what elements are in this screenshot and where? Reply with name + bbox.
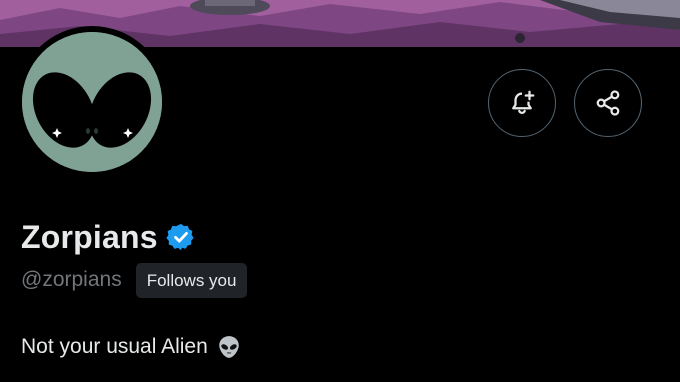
notify-button[interactable] — [488, 69, 556, 137]
bio-text: Not your usual Alien — [21, 335, 208, 358]
profile-bio: Not your usual Alien — [21, 332, 242, 362]
verified-badge-icon[interactable] — [166, 222, 196, 252]
profile-handle-row: @zorpians Follows you — [21, 262, 248, 298]
bell-plus-icon — [512, 90, 535, 115]
alien-icon — [219, 336, 239, 358]
follows-you-badge: Follows you — [135, 262, 248, 298]
profile-name-row: Zorpians — [21, 215, 196, 259]
profile-display-name: Zorpians — [21, 218, 158, 255]
alien-avatar-image — [22, 32, 162, 172]
share-button[interactable] — [574, 69, 642, 137]
share-icon — [596, 90, 620, 116]
profile-handle: @zorpians — [21, 268, 122, 291]
profile-avatar[interactable] — [16, 26, 168, 178]
